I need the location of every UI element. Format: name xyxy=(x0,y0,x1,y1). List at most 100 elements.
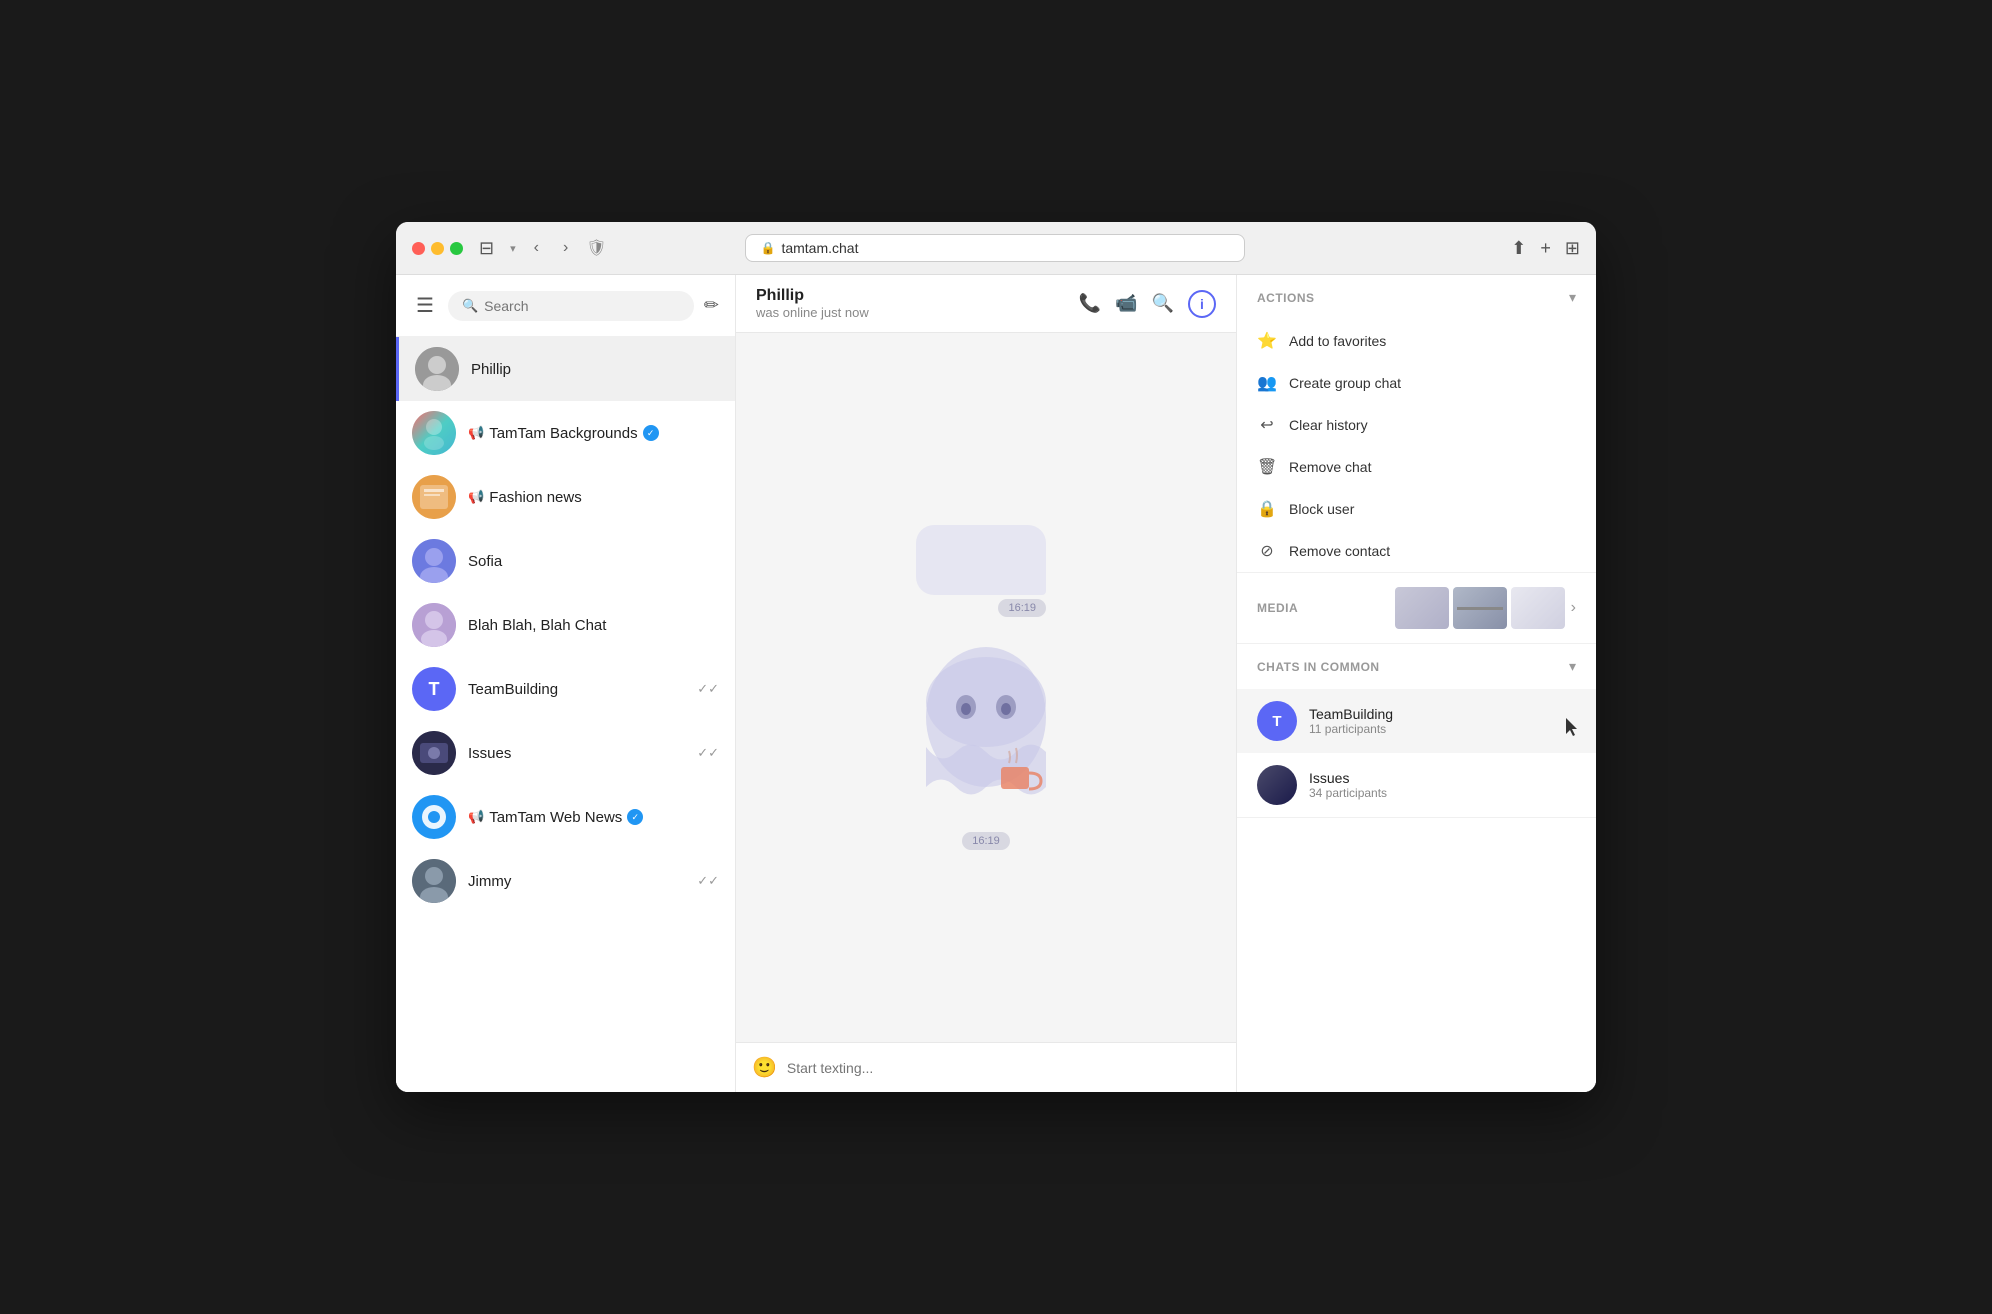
contact-name: Sofia xyxy=(468,553,719,570)
create-group-action[interactable]: 👥 Create group chat xyxy=(1237,362,1596,404)
clear-history-action[interactable]: ↩ Clear history xyxy=(1237,404,1596,446)
chat-participants: 11 participants xyxy=(1309,722,1393,736)
trash-icon: 🗑 xyxy=(1257,457,1277,477)
menu-button[interactable]: ☰ xyxy=(412,289,438,322)
actions-section: ACTIONS ▾ ⭐ Add to favorites 👥 Create gr… xyxy=(1237,275,1596,573)
channel-icon: 📢 xyxy=(468,809,484,825)
read-check-icon: ✓✓ xyxy=(697,745,719,761)
channel-icon: 📢 xyxy=(468,425,484,441)
search-chat-button[interactable]: 🔍 xyxy=(1152,293,1174,314)
list-item[interactable]: 📢 TamTam Backgrounds ✓ xyxy=(396,401,735,465)
remove-chat-action[interactable]: 🗑 Remove chat xyxy=(1237,446,1596,488)
read-check-icon: ✓✓ xyxy=(697,681,719,697)
app-area: ☰ 🔍 ✏ Phillip xyxy=(396,275,1596,1092)
avatar xyxy=(412,795,456,839)
chat-user-info: Phillip was online just now xyxy=(756,287,869,320)
action-label: Remove contact xyxy=(1289,543,1390,559)
avatar xyxy=(415,347,459,391)
common-chat-item[interactable]: Issues 34 participants xyxy=(1237,753,1596,817)
avatar xyxy=(412,731,456,775)
contact-name: 📢 TamTam Backgrounds ✓ xyxy=(468,425,719,442)
contact-info: 📢 TamTam Web News ✓ xyxy=(468,809,719,826)
contact-info: Sofia xyxy=(468,553,719,570)
actions-section-header[interactable]: ACTIONS ▾ xyxy=(1237,275,1596,320)
list-item[interactable]: T TeamBuilding ✓✓ xyxy=(396,657,735,721)
browser-window: ⊟ ▾ ‹ › 🛡 🔒 tamtam.chat ⬆ + ⊞ ☰ 🔍 ✏ xyxy=(396,222,1596,1092)
common-chat-info: Issues 34 participants xyxy=(1309,770,1387,800)
call-button[interactable]: 📞 xyxy=(1079,293,1101,314)
add-to-favorites-action[interactable]: ⭐ Add to favorites xyxy=(1237,320,1596,362)
read-check-icon: ✓✓ xyxy=(697,873,719,889)
avatar xyxy=(412,475,456,519)
chats-in-common-section: CHATS IN COMMON ▾ T TeamBuilding 11 part… xyxy=(1237,644,1596,818)
browser-chrome: ⊟ ▾ ‹ › 🛡 🔒 tamtam.chat ⬆ + ⊞ xyxy=(396,222,1596,275)
block-user-action[interactable]: 🔒 Block user xyxy=(1237,488,1596,530)
chats-in-common-header[interactable]: CHATS IN COMMON ▾ xyxy=(1237,644,1596,689)
address-bar[interactable]: 🔒 tamtam.chat xyxy=(745,234,1245,262)
contact-info: Blah Blah, Blah Chat xyxy=(468,617,719,634)
remove-contact-action[interactable]: ⊘ Remove contact xyxy=(1237,530,1596,572)
media-thumbnail xyxy=(1395,587,1449,629)
common-chat-item[interactable]: T TeamBuilding 11 participants xyxy=(1237,689,1596,753)
action-label: Block user xyxy=(1289,501,1354,517)
search-bar[interactable]: 🔍 xyxy=(448,291,694,321)
close-button[interactable] xyxy=(412,242,425,255)
contact-name: 📢 TamTam Web News ✓ xyxy=(468,809,719,826)
action-label: Add to favorites xyxy=(1289,333,1386,349)
verified-badge: ✓ xyxy=(643,425,659,441)
sidebar-toggle-button[interactable]: ⊟ xyxy=(475,236,498,261)
right-panel: ACTIONS ▾ ⭐ Add to favorites 👥 Create gr… xyxy=(1236,275,1596,1092)
video-call-button[interactable]: 📹 xyxy=(1115,293,1137,314)
contact-name: Issues xyxy=(468,745,685,762)
chevron-down-icon: ▾ xyxy=(1569,289,1576,306)
fullscreen-button[interactable] xyxy=(450,242,463,255)
list-item[interactable]: Phillip xyxy=(396,337,735,401)
ghost-image xyxy=(906,627,1066,812)
chat-input[interactable] xyxy=(787,1060,1220,1076)
star-icon: ⭐ xyxy=(1257,331,1277,351)
media-title: MEDIA xyxy=(1257,601,1298,615)
list-item[interactable]: Jimmy ✓✓ xyxy=(396,849,735,913)
minimize-button[interactable] xyxy=(431,242,444,255)
list-item[interactable]: 📢 Fashion news xyxy=(396,465,735,529)
avatar xyxy=(412,603,456,647)
chevron-down-icon: ▾ xyxy=(1569,658,1576,675)
list-item[interactable]: Blah Blah, Blah Chat xyxy=(396,593,735,657)
remove-icon: ⊘ xyxy=(1257,541,1277,561)
contact-name: Blah Blah, Blah Chat xyxy=(468,617,719,634)
new-tab-button[interactable]: + xyxy=(1540,238,1551,259)
chat-participants: 34 participants xyxy=(1309,786,1387,800)
shield-icon: 🛡 xyxy=(586,238,606,258)
contact-name: Jimmy xyxy=(468,873,685,890)
avatar: T xyxy=(412,667,456,711)
back-button[interactable]: ‹ xyxy=(528,237,545,259)
avatar: T xyxy=(1257,701,1297,741)
ghost-illustration: 16:19 xyxy=(906,525,1066,850)
media-section: MEDIA › xyxy=(1237,573,1596,644)
action-label: Create group chat xyxy=(1289,375,1401,391)
chat-name: Issues xyxy=(1309,770,1387,786)
avatar xyxy=(412,859,456,903)
url-text: tamtam.chat xyxy=(781,240,858,256)
list-item[interactable]: Sofia xyxy=(396,529,735,593)
chevron-right-icon[interactable]: › xyxy=(1571,599,1576,617)
list-item[interactable]: Issues ✓✓ xyxy=(396,721,735,785)
contact-info: 📢 TamTam Backgrounds ✓ xyxy=(468,425,719,442)
search-input[interactable] xyxy=(484,298,680,314)
list-item[interactable]: 📢 TamTam Web News ✓ xyxy=(396,785,735,849)
avatar xyxy=(412,411,456,455)
contact-list: Phillip 📢 TamTam Backgrounds ✓ xyxy=(396,337,735,1092)
emoji-button[interactable]: 🙂 xyxy=(752,1055,777,1080)
contact-info: Jimmy xyxy=(468,873,685,890)
cursor-indicator xyxy=(1566,718,1580,743)
media-section-header[interactable]: MEDIA › xyxy=(1237,573,1596,643)
grid-button[interactable]: ⊞ xyxy=(1565,238,1580,259)
forward-button[interactable]: › xyxy=(557,237,574,259)
share-button[interactable]: ⬆ xyxy=(1511,238,1526,259)
info-button[interactable]: i xyxy=(1188,290,1216,318)
compose-button[interactable]: ✏ xyxy=(704,295,719,316)
chats-in-common-title: CHATS IN COMMON xyxy=(1257,660,1380,674)
chat-messages: 16:19 xyxy=(736,333,1236,1042)
group-icon: 👥 xyxy=(1257,373,1277,393)
chat-name: TeamBuilding xyxy=(1309,706,1393,722)
